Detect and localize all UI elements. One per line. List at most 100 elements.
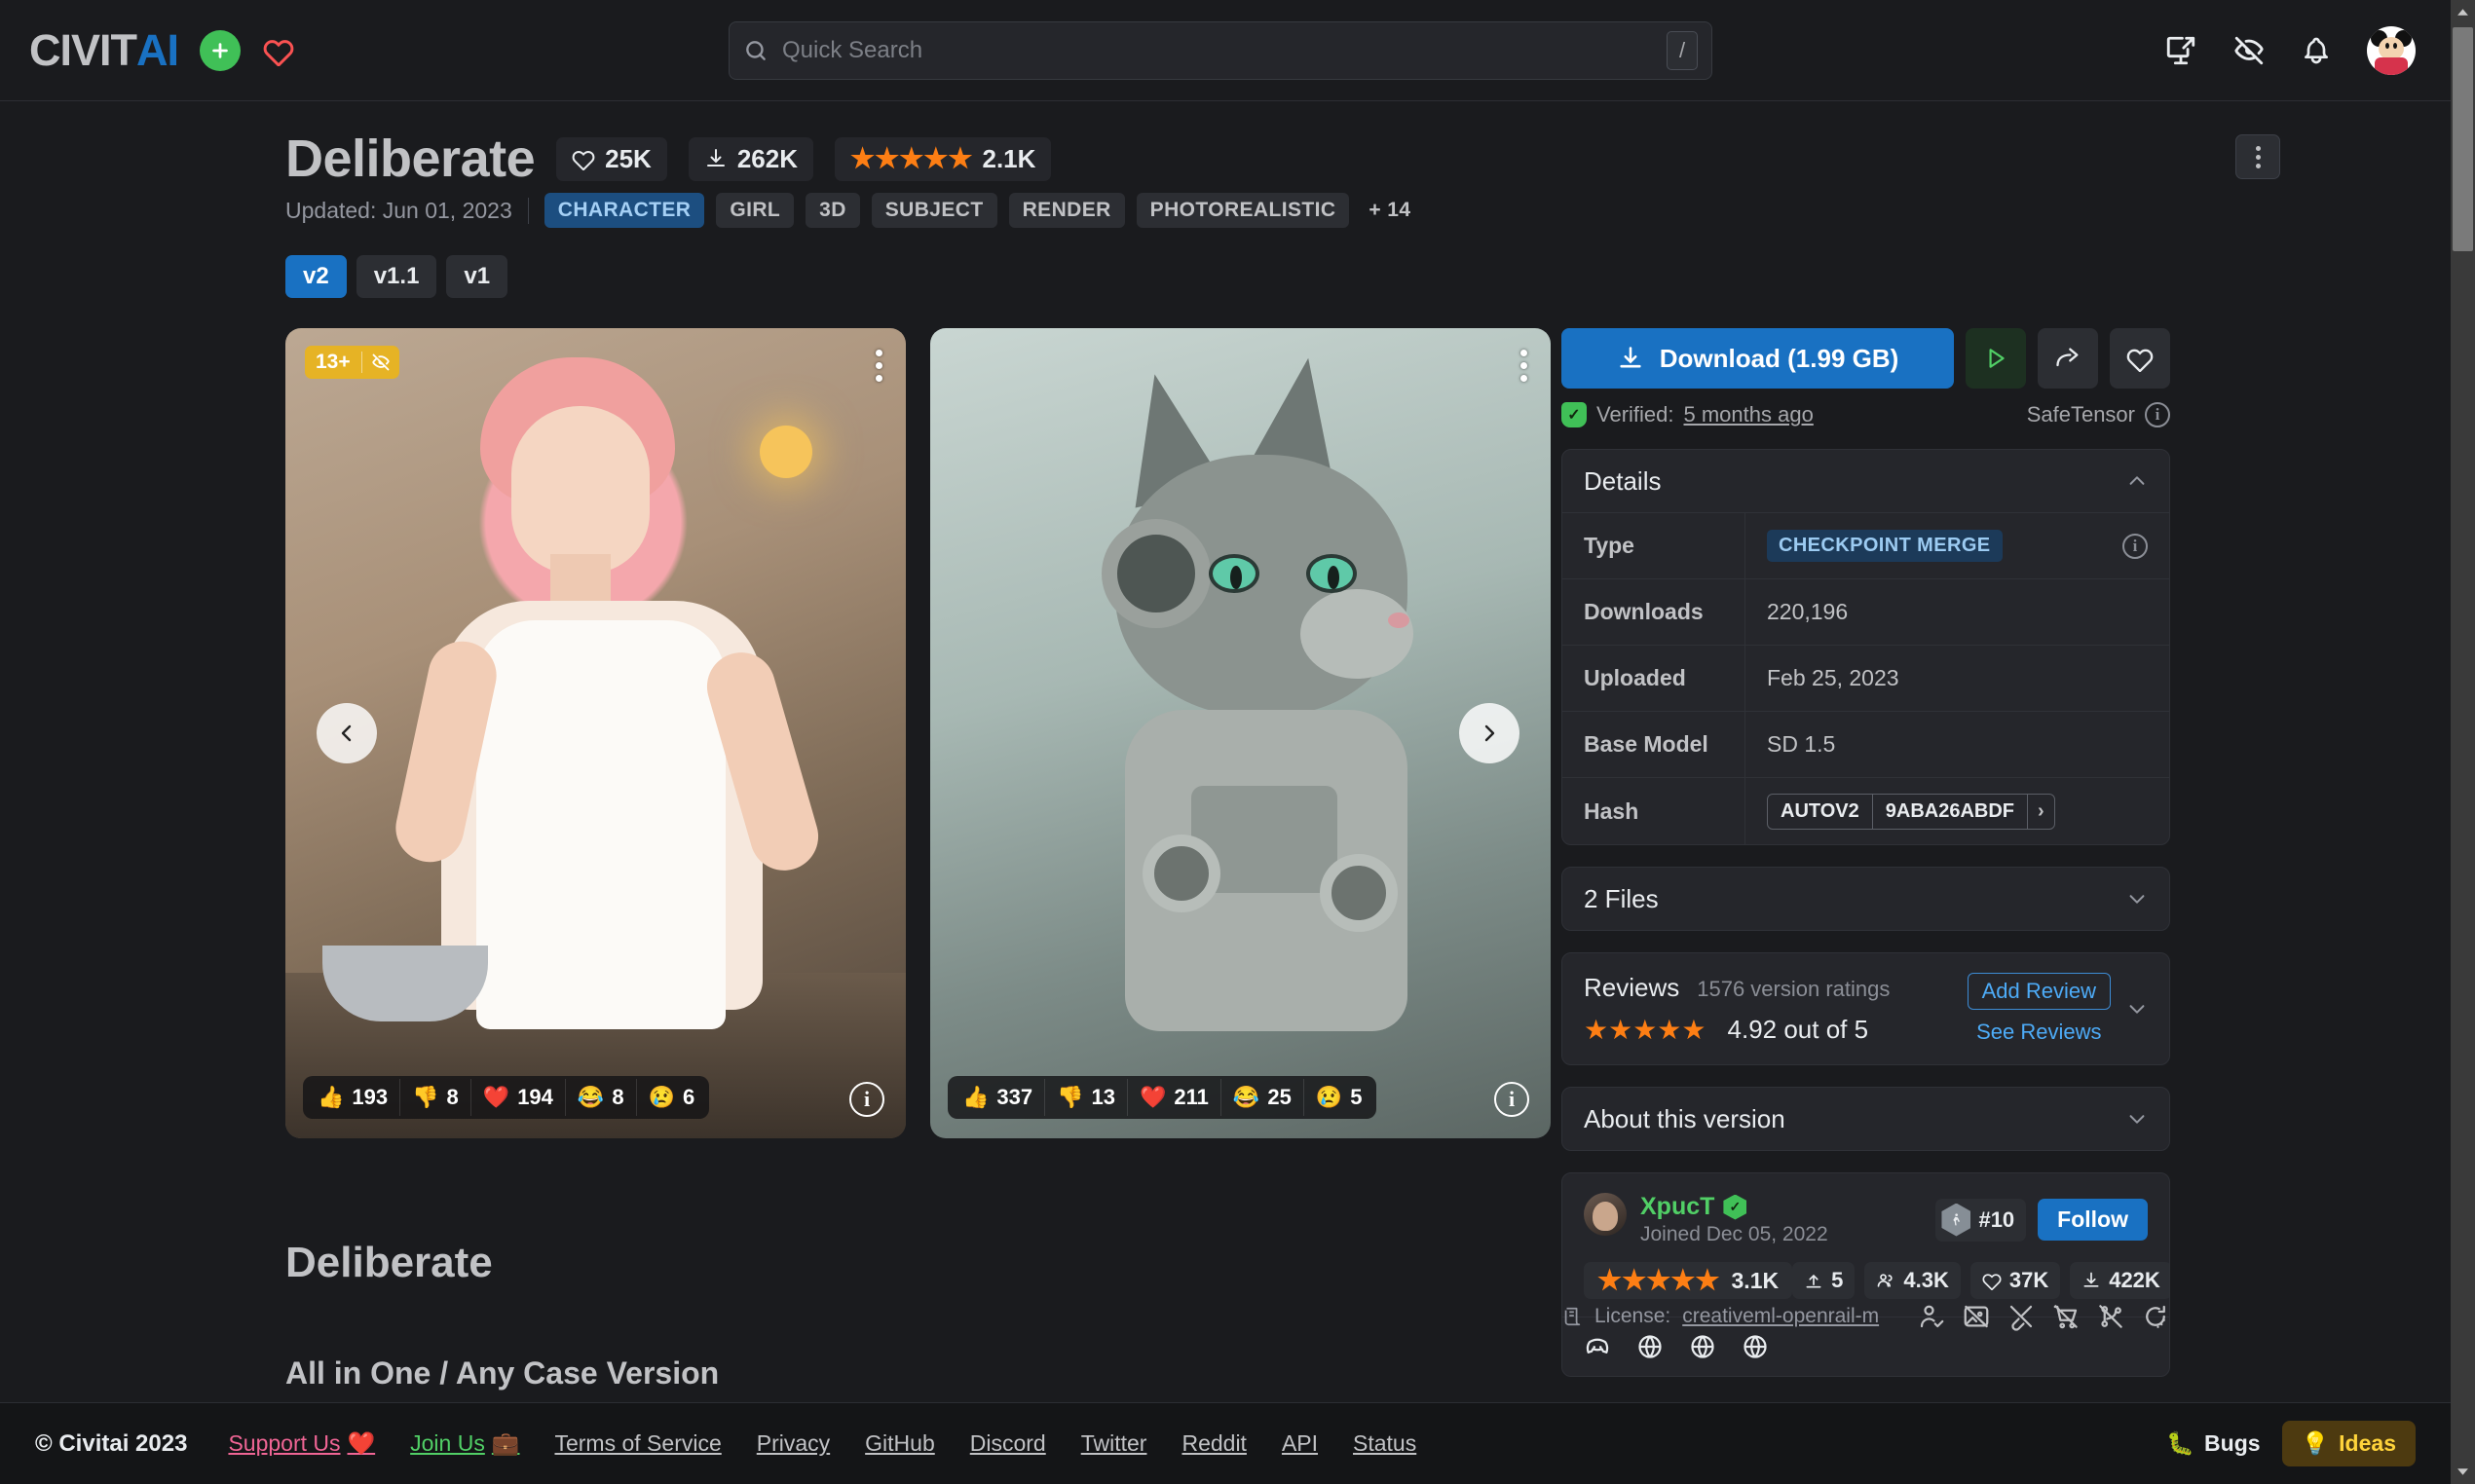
tag-more-count[interactable]: + 14 [1361,193,1424,228]
scrollbar-thumb[interactable] [2453,27,2473,251]
civitai-logo[interactable]: CIVIT AI [29,25,179,76]
image-options-menu-button[interactable] [1515,344,1533,388]
creator-username[interactable]: XpucT [1640,1193,1714,1221]
share-button[interactable] [2038,328,2098,389]
globe-icon[interactable] [1742,1333,1769,1360]
verified-time-link[interactable]: 5 months ago [1684,402,1814,427]
reviews-score-label: 4.92 out of 5 [1727,1015,1869,1044]
tag-photorealistic[interactable]: PHOTOREALISTIC [1136,193,1350,228]
reaction-heart[interactable]: ❤️ 211 [1128,1079,1221,1116]
create-button[interactable] [200,29,242,71]
gallery-next-button[interactable] [1459,703,1519,763]
reaction-laugh[interactable]: 😂 25 [1221,1079,1304,1116]
chevron-down-icon [2457,1468,2468,1475]
footer-link-discord[interactable]: Discord [970,1430,1046,1457]
reaction-laugh[interactable]: 😂 8 [566,1079,637,1116]
info-icon[interactable]: i [2145,402,2170,427]
hash-pill[interactable]: AUTOV2 9ABA26ABDF › [1767,793,2055,830]
walking-person-icon [1941,1203,1971,1237]
reaction-thumbs-up[interactable]: 👍 337 [951,1079,1046,1116]
tag-character[interactable]: CHARACTER [544,193,705,228]
version-tab-v1-1[interactable]: v1.1 [356,255,437,298]
run-model-button[interactable] [1966,328,2026,389]
discord-icon[interactable] [1584,1333,1611,1360]
favorite-button[interactable] [2110,328,2170,389]
image-info-button[interactable]: i [1494,1082,1529,1117]
files-panel-header[interactable]: 2 Files [1562,868,2169,930]
details-panel-header[interactable]: Details [1562,450,2169,512]
add-review-button[interactable]: Add Review [1967,973,2111,1010]
support-heart-icon[interactable] [262,35,295,66]
nsfw-rating-badge[interactable]: 13+ [305,346,399,379]
screen-share-icon[interactable] [2164,34,2197,67]
footer-link-terms[interactable]: Terms of Service [554,1430,721,1457]
reaction-cry[interactable]: 😢 6 [637,1079,707,1116]
follow-button[interactable]: Follow [2038,1199,2148,1241]
chevron-down-icon[interactable] [2126,998,2148,1020]
footer-link-status[interactable]: Status [1353,1430,1416,1457]
creator-identity[interactable]: XpucT ✓ Joined Dec 05, 2022 [1584,1193,1828,1246]
download-button[interactable]: Download (1.99 GB) [1561,328,1954,389]
nsfw-rating-label: 13+ [316,351,351,373]
creator-avatar[interactable] [1584,1193,1627,1236]
likes-stat[interactable]: 25K [556,136,667,181]
rating-stat[interactable]: ★★★★★ 2.1K [834,136,1052,181]
quick-search-box[interactable]: / [729,21,1712,80]
search-input[interactable] [782,37,1653,64]
footer-link-privacy[interactable]: Privacy [757,1430,830,1457]
creator-rating: ★★★★★ 3.1K [1584,1262,1793,1299]
tag-3d[interactable]: 3D [806,193,860,228]
bell-icon[interactable] [2301,35,2332,66]
see-reviews-link[interactable]: See Reviews [1976,1020,2101,1045]
reviews-star-rating: ★★★★★ [1584,1014,1706,1045]
downloads-stat[interactable]: 262K [688,136,813,181]
reviews-panel: Reviews 1576 version ratings ★★★★★ 4.92 … [1561,952,2170,1065]
image-reaction-bar: 👍 193 👎 8 ❤️ 194 😂 8 😢 6 [303,1076,710,1119]
metric-value: 5 [1831,1268,1844,1292]
woman-in-kitchen-image [285,328,906,1138]
chevron-right-icon[interactable]: › [2028,795,2054,829]
info-icon[interactable]: i [2122,533,2148,559]
footer-link-github[interactable]: GitHub [865,1430,935,1457]
cry-icon: 😢 [1315,1085,1343,1109]
scrollbar-down-button[interactable] [2451,1460,2475,1484]
eye-off-icon[interactable] [2232,34,2266,67]
page-scrollbar[interactable] [2451,0,2475,1484]
footer-link-api[interactable]: API [1282,1430,1318,1457]
reaction-cry[interactable]: 😢 5 [1304,1079,1374,1116]
reaction-thumbs-down[interactable]: 👎 13 [1045,1079,1129,1116]
gallery-prev-button[interactable] [317,703,377,763]
image-info-button[interactable]: i [849,1082,884,1117]
version-tab-v2[interactable]: v2 [285,255,347,298]
license-link[interactable]: creativeml-openrail-m [1682,1305,1879,1328]
scrollbar-up-button[interactable] [2451,0,2475,24]
submit-ideas-button[interactable]: 💡 Ideas [2281,1421,2416,1466]
footer-link-join-us[interactable]: Join Us 💼 [410,1430,519,1457]
tag-girl[interactable]: GIRL [716,193,795,228]
rotate-off-icon [2141,1302,2170,1331]
image-options-menu-button[interactable] [870,344,888,388]
tag-render[interactable]: RENDER [1008,193,1125,228]
reaction-thumbs-down[interactable]: 👎 8 [400,1079,471,1116]
cart-off-icon [2051,1302,2081,1331]
gallery-image-card-2[interactable]: 👍 337 👎 13 ❤️ 211 😂 25 😢 5 i [930,328,1551,1138]
version-tab-v1[interactable]: v1 [446,255,508,298]
chevron-down-icon [2126,1108,2148,1130]
report-bugs-button[interactable]: 🐛 Bugs [2166,1430,2260,1457]
user-avatar[interactable] [2367,26,2416,75]
about-version-header[interactable]: About this version [1562,1088,2169,1150]
globe-icon[interactable] [1636,1333,1664,1360]
model-title-row: Deliberate 25K 262K ★★★★★ 2.1K [285,129,1052,189]
bug-icon: 🐛 [2166,1430,2195,1456]
globe-icon[interactable] [1689,1333,1716,1360]
model-options-menu-button[interactable] [2235,134,2280,179]
footer-link-reddit[interactable]: Reddit [1181,1430,1246,1457]
footer-link-twitter[interactable]: Twitter [1081,1430,1147,1457]
tag-subject[interactable]: SUBJECT [871,193,997,228]
heart-icon [572,151,595,170]
gallery-image-card-1[interactable]: 13+ 👍 193 👎 8 ❤️ 194 😂 8 😢 6 i [285,328,906,1138]
license-label: License: [1594,1305,1671,1327]
reaction-thumbs-up[interactable]: 👍 193 [306,1079,401,1116]
reaction-heart[interactable]: ❤️ 194 [471,1079,566,1116]
footer-link-support-us[interactable]: Support Us ❤️ [228,1430,375,1457]
